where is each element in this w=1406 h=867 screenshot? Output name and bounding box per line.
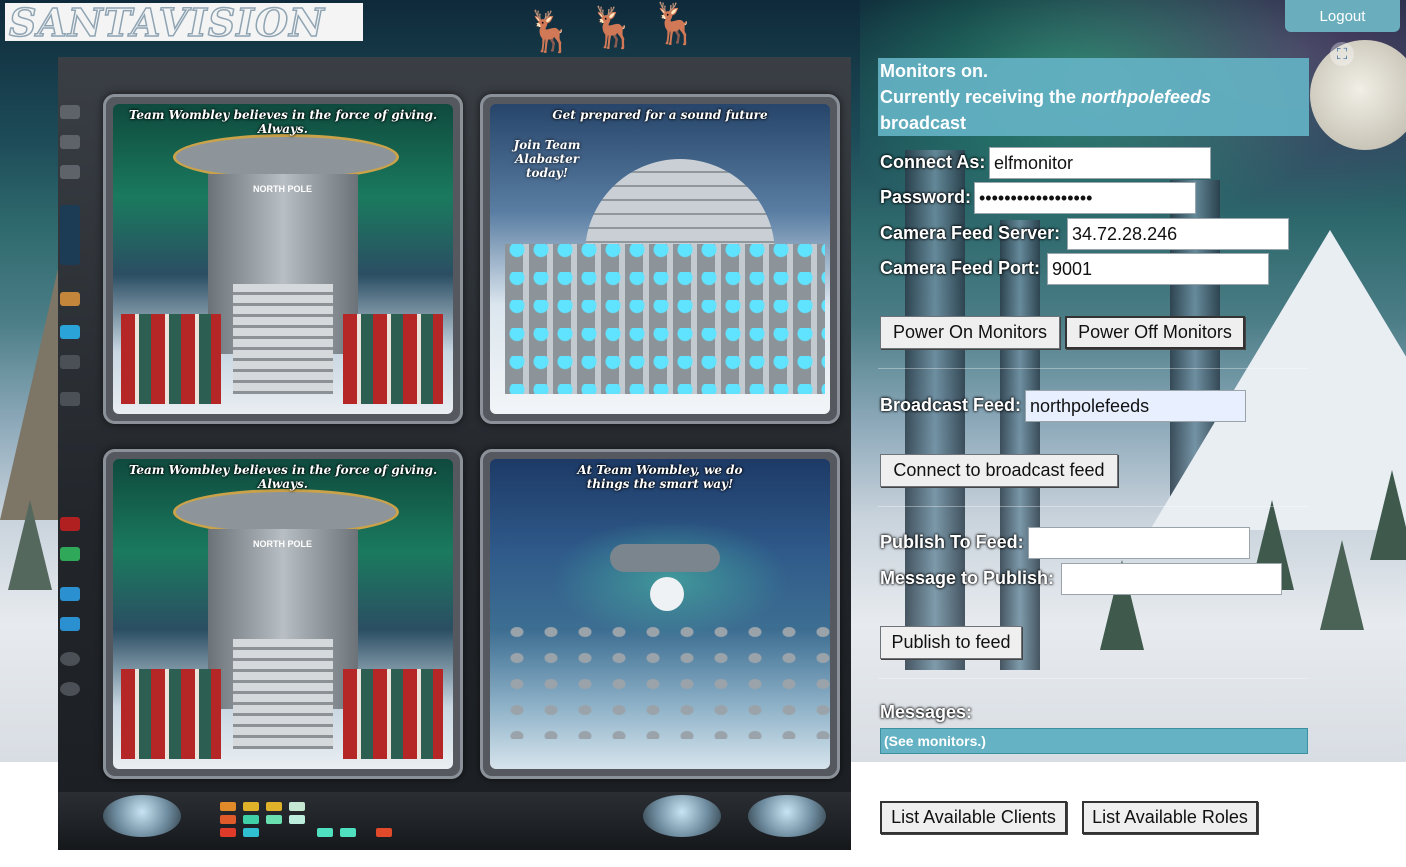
connect-broadcast-button[interactable]: Connect to broadcast feed — [880, 454, 1118, 487]
page-background — [0, 762, 58, 867]
monitor-screen-1: NORTH POLE Team Wombley believes in the … — [103, 94, 463, 424]
status-line-1: Monitors on. — [880, 61, 988, 81]
camera-feed-port-label: Camera Feed Port: — [880, 258, 1041, 278]
fullscreen-icon[interactable]: ⛶ — [1330, 42, 1354, 66]
console-knob — [103, 795, 181, 837]
monitor-status: Monitors on. Currently receiving the nor… — [878, 58, 1309, 136]
logout-button[interactable]: Logout — [1285, 0, 1400, 32]
monitor-screen-2: Get prepared for a sound future Join Tea… — [480, 94, 840, 424]
messages-box: (See monitors.) — [880, 728, 1308, 754]
broadcast-feed-label: Broadcast Feed: — [880, 395, 1022, 415]
reindeer-icon: 🦌 — [650, 2, 700, 46]
santavision-logo: SANTAVISION — [5, 0, 363, 45]
camera-feed-server-input[interactable] — [1067, 218, 1289, 250]
screen-4-caption: At Team Wombley, we do things the smart … — [577, 463, 743, 491]
connect-as-label: Connect As: — [880, 152, 986, 172]
monitor-screen-4: At Team Wombley, we do things the smart … — [480, 449, 840, 779]
status-line-3: broadcast — [880, 113, 967, 133]
divider — [878, 368, 1309, 369]
console-knob — [748, 795, 826, 837]
tree — [1370, 470, 1406, 560]
power-off-monitors-button[interactable]: Power Off Monitors — [1065, 316, 1245, 349]
screen-2-side-caption: Join Team Alabaster today! — [513, 138, 581, 180]
messages-label: Messages: — [880, 702, 973, 722]
message-to-publish-label: Message to Publish: — [880, 568, 1055, 588]
reindeer-icon: 🦌 — [588, 6, 638, 50]
camera-feed-server-label: Camera Feed Server: — [880, 223, 1061, 243]
publish-to-feed-label: Publish To Feed: — [880, 532, 1024, 552]
screen-2-caption: Get prepared for a sound future — [552, 108, 768, 122]
logo-text: SANTAVISION — [8, 0, 325, 45]
tree — [8, 500, 52, 590]
password-input[interactable] — [974, 182, 1196, 214]
screen-3-caption: Team Wombley believes in the force of gi… — [128, 463, 438, 491]
camera-feed-port-input[interactable] — [1047, 253, 1269, 285]
publish-to-feed-button[interactable]: Publish to feed — [880, 626, 1022, 659]
connect-as-input[interactable] — [989, 147, 1211, 179]
status-feed-name: northpolefeeds — [1081, 87, 1212, 107]
north-pole-sign: NORTH POLE — [253, 539, 313, 549]
message-to-publish-input[interactable] — [1061, 563, 1282, 595]
divider — [878, 506, 1309, 507]
city-tower — [1000, 220, 1040, 670]
console-side-panel — [58, 87, 84, 787]
divider — [878, 678, 1309, 679]
password-label: Password: — [880, 187, 972, 207]
power-on-monitors-button[interactable]: Power On Monitors — [880, 316, 1060, 349]
tree — [1320, 540, 1364, 630]
console-knob — [643, 795, 721, 837]
publish-to-feed-input[interactable] — [1028, 527, 1250, 559]
north-pole-sign: NORTH POLE — [253, 184, 313, 194]
screen-1-caption: Team Wombley believes in the force of gi… — [128, 108, 438, 136]
reindeer-icon: 🦌 — [525, 10, 575, 54]
list-available-clients-button[interactable]: List Available Clients — [880, 801, 1067, 834]
monitor-console: NORTH POLE Team Wombley believes in the … — [58, 57, 851, 850]
list-available-roles-button[interactable]: List Available Roles — [1082, 801, 1258, 834]
status-line-2: Currently receiving the northpolefeeds — [880, 87, 1212, 107]
broadcast-feed-input[interactable] — [1025, 390, 1246, 422]
monitor-screen-3: NORTH POLE Team Wombley believes in the … — [103, 449, 463, 779]
